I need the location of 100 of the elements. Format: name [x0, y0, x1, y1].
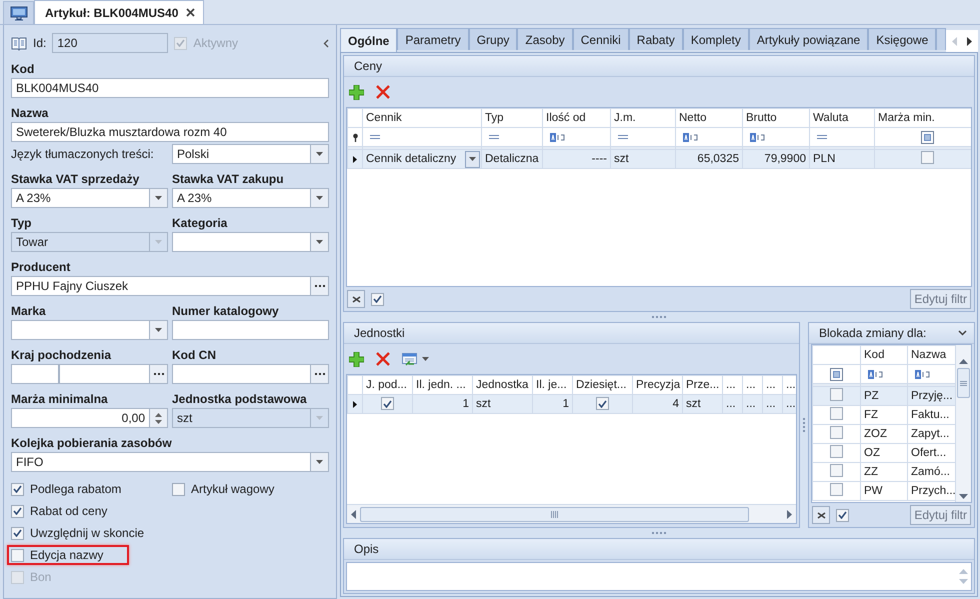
edit-filter-button[interactable]: Edytuj filtr [910, 505, 971, 525]
edit-filter-button[interactable]: Edytuj filtr [910, 289, 971, 309]
dropdown-field[interactable]: Polski [172, 144, 311, 164]
description-field[interactable] [346, 562, 972, 591]
table-row[interactable]: 1 szt 1 4 szt ... ... ... ... [348, 394, 796, 414]
checkbox[interactable] [172, 482, 185, 496]
input-field[interactable] [172, 320, 329, 340]
checkbox[interactable] [836, 508, 849, 522]
input-field[interactable]: Sweterek/Bluzka musztardowa rozm 40 [11, 122, 329, 142]
checkbox[interactable] [830, 388, 843, 401]
delete-button[interactable] [376, 352, 390, 366]
input-field[interactable] [172, 364, 311, 384]
input-field[interactable]: 0,00 [11, 408, 150, 428]
dropdown-button[interactable] [311, 188, 329, 208]
column-header[interactable]: ... [722, 376, 742, 394]
checkbox[interactable] [11, 482, 24, 496]
dropdown-button[interactable] [150, 188, 168, 208]
more-button[interactable] [311, 276, 329, 296]
delete-button[interactable] [376, 85, 390, 99]
add-button[interactable] [349, 84, 364, 100]
tab[interactable]: Parametry [397, 28, 469, 50]
document-tab[interactable]: Artykuł: BLK004MUS40 [34, 0, 204, 24]
grip-icon[interactable] [960, 380, 967, 386]
tab[interactable]: Ogólne [340, 28, 398, 52]
tab[interactable]: Artykuły powiązane [748, 28, 868, 50]
table-row[interactable]: PZ Przyję... [812, 386, 955, 406]
column-header[interactable]: Kod [860, 346, 908, 364]
scroll-left-icon[interactable] [351, 510, 356, 518]
tab[interactable]: Komplety [682, 28, 749, 50]
scroll-up-icon[interactable] [959, 359, 968, 364]
field-label: Jednostka podstawowa [172, 392, 308, 408]
checkbox[interactable] [920, 151, 934, 164]
column-header[interactable]: ... [762, 376, 782, 394]
collapse-icon[interactable] [958, 330, 967, 336]
column-header[interactable]: ... [782, 376, 796, 394]
dropdown-button[interactable] [465, 150, 480, 168]
checkbox[interactable] [830, 407, 843, 420]
column-header[interactable]: Ilość od [542, 108, 610, 128]
dropdown-field[interactable]: FIFO [11, 452, 311, 472]
column-header[interactable]: Jednostka [472, 376, 532, 394]
checkbox[interactable] [596, 397, 609, 410]
column-header[interactable]: ... [742, 376, 762, 394]
export-button[interactable] [402, 352, 429, 366]
column-header[interactable]: Precyzja [632, 376, 682, 394]
add-button[interactable] [349, 352, 364, 366]
dropdown-button[interactable] [311, 452, 329, 472]
checkbox[interactable] [381, 397, 394, 410]
close-icon[interactable] [186, 8, 196, 17]
vertical-scrollbar[interactable] [955, 345, 971, 502]
grip-icon[interactable] [551, 510, 558, 518]
tab[interactable]: Grupy [468, 28, 518, 50]
dropdown-field[interactable]: A 23% [11, 188, 150, 208]
tab[interactable]: Księgowe [868, 28, 936, 50]
home-tab[interactable] [3, 1, 34, 24]
column-header[interactable]: Il. je... [532, 376, 572, 394]
clear-filter-button[interactable] [812, 506, 830, 524]
checkbox[interactable] [830, 464, 843, 477]
input-field[interactable] [59, 364, 150, 384]
filter-checkbox[interactable] [920, 130, 934, 144]
column-header[interactable]: Waluta [810, 108, 874, 128]
column-header[interactable]: J. pod... [362, 376, 412, 394]
collapse-icon[interactable] [323, 38, 329, 48]
tab[interactable]: Zasoby [517, 28, 573, 50]
dropdown-field[interactable] [172, 232, 311, 252]
scroll-right-icon[interactable] [967, 36, 972, 46]
spin-button[interactable] [150, 408, 168, 428]
table-row[interactable]: Cennik detaliczny Detaliczna ---- szt 65,0325 79,9900 PLN [348, 150, 971, 168]
tab[interactable]: Cenniki [572, 28, 629, 50]
column-header[interactable]: Typ [482, 108, 542, 128]
clear-filter-button[interactable] [347, 290, 365, 308]
column-header[interactable]: Il. jedn. ... [412, 376, 472, 394]
scroll-down-icon[interactable] [959, 494, 968, 499]
checkbox[interactable] [830, 445, 843, 458]
column-header[interactable]: Netto [676, 108, 742, 128]
column-header[interactable]: Brutto [742, 108, 810, 128]
dropdown-field[interactable]: A 23% [172, 188, 311, 208]
column-header[interactable]: J.m. [610, 108, 676, 128]
dropdown-button[interactable] [150, 320, 168, 340]
checkbox[interactable] [11, 548, 24, 562]
more-button[interactable] [311, 364, 329, 384]
dropdown-field[interactable] [11, 320, 150, 340]
more-button[interactable] [150, 364, 168, 384]
tab[interactable]: Rabaty [628, 28, 683, 50]
input-field[interactable]: BLK004MUS40 [11, 78, 329, 98]
column-header[interactable]: Dziesięt... [572, 376, 632, 394]
checkbox[interactable] [830, 483, 843, 496]
filter-checkbox[interactable] [830, 368, 843, 380]
dropdown-button[interactable] [311, 144, 329, 164]
horizontal-scrollbar[interactable] [347, 504, 796, 523]
checkbox[interactable] [11, 504, 24, 518]
column-header[interactable]: Cennik [362, 108, 482, 128]
dropdown-button[interactable] [311, 232, 329, 252]
checkbox[interactable] [371, 292, 384, 306]
input-field[interactable]: PPHU Fajny Ciuszek [11, 276, 311, 296]
checkbox[interactable] [830, 426, 843, 439]
checkbox[interactable] [11, 526, 24, 540]
input-field[interactable] [11, 364, 59, 384]
column-header[interactable]: Nazwa [908, 346, 955, 364]
column-header[interactable]: Marża min. [874, 108, 971, 128]
column-header[interactable]: Prze... [682, 376, 722, 394]
